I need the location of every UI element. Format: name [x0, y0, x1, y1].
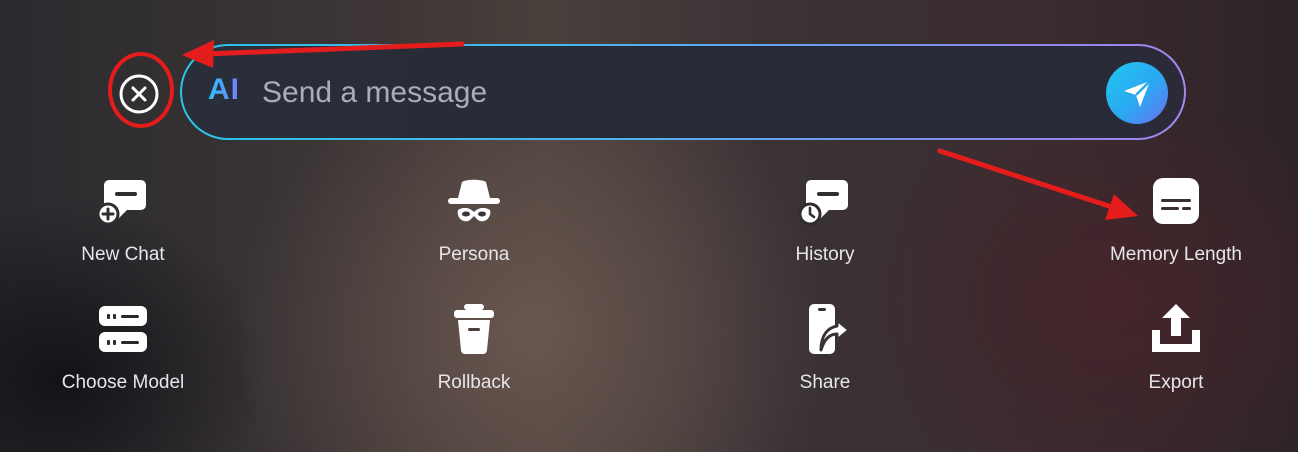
menu-item-export[interactable]: Export	[1066, 302, 1286, 394]
menu-item-label: Rollback	[437, 372, 511, 393]
send-icon	[1124, 80, 1151, 107]
server-model-icon	[99, 306, 147, 352]
export-icon	[1152, 304, 1200, 352]
share-phone-icon	[809, 304, 851, 354]
chat-composer: AI	[180, 44, 1186, 140]
menu-item-label: History	[795, 244, 855, 265]
memory-length-icon	[1153, 178, 1199, 224]
menu-item-label: Choose Model	[61, 372, 185, 393]
menu-item-history[interactable]: History	[715, 174, 935, 266]
menu-item-persona[interactable]: Persona	[364, 174, 584, 266]
menu-item-rollback[interactable]: Rollback	[364, 302, 584, 394]
menu-item-choose-model[interactable]: Choose Model	[13, 302, 233, 394]
new-chat-icon	[96, 180, 146, 226]
menu-item-memory-length[interactable]: Memory Length	[1066, 174, 1286, 266]
close-button[interactable]	[118, 73, 160, 115]
menu-item-label: Export	[1148, 372, 1204, 393]
menu-item-new-chat[interactable]: New Chat	[13, 174, 233, 266]
menu-item-share[interactable]: Share	[715, 302, 935, 394]
send-button[interactable]	[1106, 62, 1168, 124]
trash-bin-icon	[454, 304, 494, 354]
menu-item-label: Share	[799, 372, 851, 393]
message-input[interactable]	[260, 68, 1084, 118]
menu-item-label: New Chat	[81, 244, 165, 265]
menu-item-label: Persona	[438, 244, 510, 265]
close-circle-icon	[119, 74, 159, 114]
ai-logo: AI	[208, 73, 240, 106]
menu-item-label: Memory Length	[1109, 244, 1242, 265]
incognito-hat-icon	[448, 179, 500, 222]
chat-history-icon	[798, 180, 848, 226]
